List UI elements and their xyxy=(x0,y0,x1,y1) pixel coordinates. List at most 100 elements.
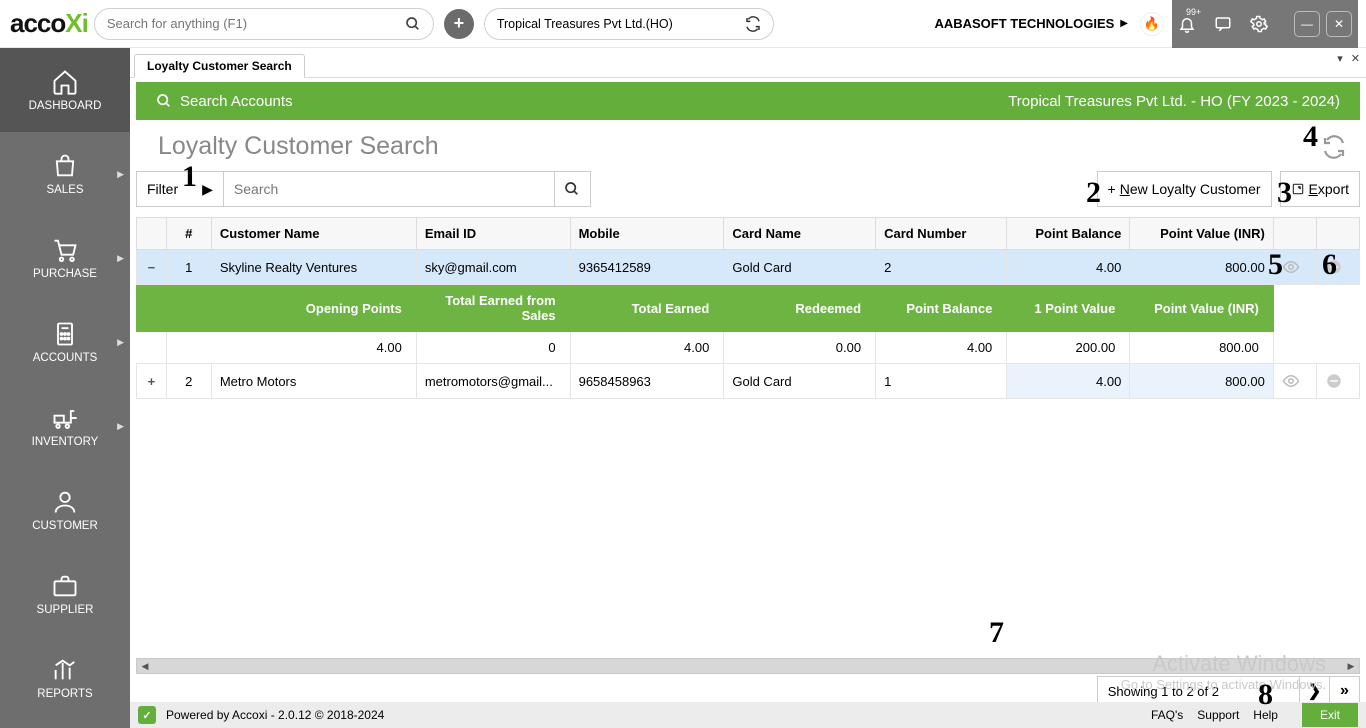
minimize-button[interactable]: — xyxy=(1294,11,1320,37)
notification-badge: 99+ xyxy=(1186,7,1201,17)
cell-total-earned: 4.00 xyxy=(570,332,724,364)
grid-wrap: # Customer Name Email ID Mobile Card Nam… xyxy=(130,217,1366,728)
col-total-earned-sales: Total Earned from Sales xyxy=(416,285,570,332)
col-total-earned: Total Earned xyxy=(570,285,724,332)
col-one-point-value: 1 Point Value xyxy=(1007,285,1130,332)
footer: ✓ Powered by Accoxi - 2.0.12 © 2018-2024… xyxy=(130,702,1366,728)
plus-icon: + xyxy=(1108,181,1116,197)
sidebar-item-inventory[interactable]: INVENTORY ▶ xyxy=(0,384,130,468)
global-search[interactable] xyxy=(94,8,434,40)
view-icon[interactable] xyxy=(1273,250,1316,285)
cell-mobile: 9658458963 xyxy=(570,364,724,399)
context-title: Search Accounts xyxy=(180,93,293,110)
global-search-input[interactable] xyxy=(107,16,405,31)
new-loyalty-customer-button[interactable]: + New Loyalty Customer xyxy=(1097,171,1272,207)
page-header: Loyalty Customer Search xyxy=(130,120,1366,171)
search-icon[interactable] xyxy=(405,16,421,32)
scroll-right-icon[interactable]: ▶ xyxy=(1343,661,1359,672)
view-icon[interactable] xyxy=(1273,364,1316,399)
sidebar-item-dashboard[interactable]: DASHBOARD xyxy=(0,48,130,132)
col-point-value-inr: Point Value (INR) xyxy=(1130,285,1274,332)
tab-menu-icon[interactable]: ▾ xyxy=(1337,52,1343,65)
cell-point-value: 800.00 xyxy=(1130,364,1274,399)
more-icon[interactable] xyxy=(1316,364,1359,399)
detail-row: 4.00 0 4.00 0.00 4.00 200.00 800.00 xyxy=(137,332,1360,364)
sidebar-item-purchase[interactable]: PURCHASE ▶ xyxy=(0,216,130,300)
content: Loyalty Customer Search ▾ ✕ Search Accou… xyxy=(130,48,1366,728)
sidebar-item-label: SALES xyxy=(46,184,83,196)
expander-collapse[interactable]: − xyxy=(137,250,167,285)
filter-button[interactable]: Filter ▶ xyxy=(136,171,224,207)
search-icon xyxy=(156,93,172,109)
grid-search xyxy=(224,171,555,207)
sidebar-item-accounts[interactable]: ACCOUNTS ▶ xyxy=(0,300,130,384)
pagination-info: Showing 1 to 2 of 2 xyxy=(1098,684,1299,699)
toolbar: Filter ▶ + New Loyalty Customer Export xyxy=(130,171,1366,217)
chevron-right-icon: ▶ xyxy=(117,337,124,348)
horizontal-scrollbar[interactable]: ◀ ▶ xyxy=(136,658,1360,674)
add-button[interactable]: + xyxy=(444,9,474,39)
company-name: Tropical Treasures Pvt Ltd.(HO) xyxy=(497,17,673,31)
chart-icon xyxy=(51,656,79,684)
cell-mobile: 9365412589 xyxy=(570,250,724,285)
cell-index: 2 xyxy=(166,364,211,399)
col-card-name[interactable]: Card Name xyxy=(724,218,876,250)
tab-loyalty-search[interactable]: Loyalty Customer Search xyxy=(134,54,305,78)
sidebar-item-supplier[interactable]: SUPPLIER xyxy=(0,552,130,636)
sidebar-item-customer[interactable]: CUSTOMER xyxy=(0,468,130,552)
exit-button[interactable]: Exit xyxy=(1302,703,1358,727)
app-logo: accoXi xyxy=(10,8,88,39)
cell-point-balance-sub: 4.00 xyxy=(876,332,1007,364)
footer-faq-link[interactable]: FAQ's xyxy=(1151,708,1183,722)
close-button[interactable]: ✕ xyxy=(1326,11,1352,37)
sync-icon[interactable] xyxy=(745,16,761,32)
more-icon[interactable] xyxy=(1316,250,1359,285)
sidebar-item-reports[interactable]: REPORTS xyxy=(0,636,130,720)
cell-total-earned-sales: 0 xyxy=(416,332,570,364)
tab-close-icon[interactable]: ✕ xyxy=(1351,52,1360,65)
sidebar: DASHBOARD SALES ▶ PURCHASE ▶ ACCOUNTS ▶ … xyxy=(0,48,130,728)
refresh-icon[interactable] xyxy=(1322,135,1346,159)
grid-search-button[interactable] xyxy=(555,171,591,207)
tab-strip: Loyalty Customer Search ▾ ✕ xyxy=(130,48,1366,78)
cell-point-value: 800.00 xyxy=(1130,250,1274,285)
sidebar-item-sales[interactable]: SALES ▶ xyxy=(0,132,130,216)
grid-search-input[interactable] xyxy=(224,172,554,206)
org-name[interactable]: AABASOFT TECHNOLOGIES xyxy=(934,16,1114,31)
cell-customer-name: Metro Motors xyxy=(211,364,416,399)
footer-help-link[interactable]: Help xyxy=(1253,708,1278,722)
col-view xyxy=(1273,218,1316,250)
chevron-right-icon: ▶ xyxy=(1120,18,1128,29)
cell-card-number: 2 xyxy=(876,250,1007,285)
footer-support-link[interactable]: Support xyxy=(1197,708,1239,722)
scroll-left-icon[interactable]: ◀ xyxy=(137,661,153,672)
bag-icon xyxy=(51,152,79,180)
col-card-number[interactable]: Card Number xyxy=(876,218,1007,250)
chevron-right-icon: ▶ xyxy=(202,181,213,198)
col-mobile[interactable]: Mobile xyxy=(570,218,724,250)
table-row[interactable]: + 2 Metro Motors metromotors@gmail... 96… xyxy=(137,364,1360,399)
chevron-right-icon: ▶ xyxy=(117,253,124,264)
col-redeemed: Redeemed xyxy=(724,285,876,332)
col-point-value[interactable]: Point Value (INR) xyxy=(1130,218,1274,250)
bell-icon[interactable]: 99+ xyxy=(1178,15,1200,33)
col-index[interactable]: # xyxy=(166,218,211,250)
cell-email: sky@gmail.com xyxy=(416,250,570,285)
expander-expand[interactable]: + xyxy=(137,364,167,399)
sidebar-item-label: SUPPLIER xyxy=(37,604,94,616)
cell-customer-name: Skyline Realty Ventures xyxy=(211,250,416,285)
col-customer-name[interactable]: Customer Name xyxy=(211,218,416,250)
table-row[interactable]: − 1 Skyline Realty Ventures sky@gmail.co… xyxy=(137,250,1360,285)
page-title: Loyalty Customer Search xyxy=(158,132,439,161)
col-point-balance[interactable]: Point Balance xyxy=(1007,218,1130,250)
fire-icon[interactable]: 🔥 xyxy=(1140,12,1164,36)
sidebar-item-label: DASHBOARD xyxy=(29,100,102,112)
export-button[interactable]: Export xyxy=(1280,171,1360,207)
sidebar-item-label: ACCOUNTS xyxy=(33,352,98,364)
chat-icon[interactable] xyxy=(1214,15,1236,33)
context-company: Tropical Treasures Pvt Ltd. - HO (FY 202… xyxy=(1008,93,1340,110)
company-selector[interactable]: Tropical Treasures Pvt Ltd.(HO) xyxy=(484,8,774,40)
col-email[interactable]: Email ID xyxy=(416,218,570,250)
cart-icon xyxy=(51,236,79,264)
gear-icon[interactable] xyxy=(1250,15,1272,33)
